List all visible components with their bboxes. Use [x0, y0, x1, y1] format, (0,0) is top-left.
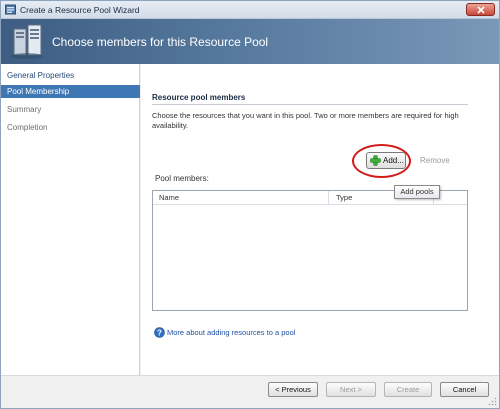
cancel-button[interactable]: Cancel [440, 382, 489, 397]
close-button[interactable] [466, 3, 495, 16]
create-button[interactable]: Create [384, 382, 432, 397]
nav-item-general-properties[interactable]: General Properties [1, 69, 140, 82]
window-title: Create a Resource Pool Wizard [20, 5, 140, 15]
main-content: Resource pool members Choose the resourc… [141, 64, 499, 375]
next-button[interactable]: Next > [326, 382, 376, 397]
add-pools-tooltip: Add pools [394, 185, 440, 199]
pool-members-list[interactable]: Name Type [152, 190, 468, 311]
page-title: Choose members for this Resource Pool [52, 35, 269, 49]
column-header-name[interactable]: Name [153, 191, 329, 205]
section-title: Resource pool members [152, 93, 246, 102]
nav-item-completion[interactable]: Completion [1, 121, 140, 134]
close-icon [477, 6, 485, 14]
help-link-text[interactable]: More about adding resources to a pool [167, 328, 295, 337]
section-divider [152, 104, 468, 105]
nav-item-pool-membership[interactable]: Pool Membership [1, 85, 140, 98]
header-banner: Choose members for this Resource Pool [1, 19, 499, 64]
previous-button[interactable]: < Previous [268, 382, 318, 397]
svg-text:?: ? [157, 328, 162, 337]
pool-members-label: Pool members: [155, 174, 209, 183]
nav-item-summary[interactable]: Summary [1, 103, 140, 116]
wizard-footer: < Previous Next > Create Cancel [1, 375, 499, 408]
wizard-steps-nav: General Properties Pool Membership Summa… [1, 64, 140, 375]
servers-icon [11, 24, 43, 59]
wizard-window: Create a Resource Pool Wizard Choose mem… [0, 0, 500, 409]
resize-grip-icon[interactable] [488, 397, 497, 406]
remove-button[interactable]: Remove [420, 156, 450, 165]
highlight-circle [352, 144, 411, 178]
wizard-app-icon [5, 4, 16, 15]
title-bar: Create a Resource Pool Wizard [1, 1, 499, 19]
section-description: Choose the resources that you want in th… [152, 111, 459, 130]
help-icon: ? [154, 327, 165, 338]
